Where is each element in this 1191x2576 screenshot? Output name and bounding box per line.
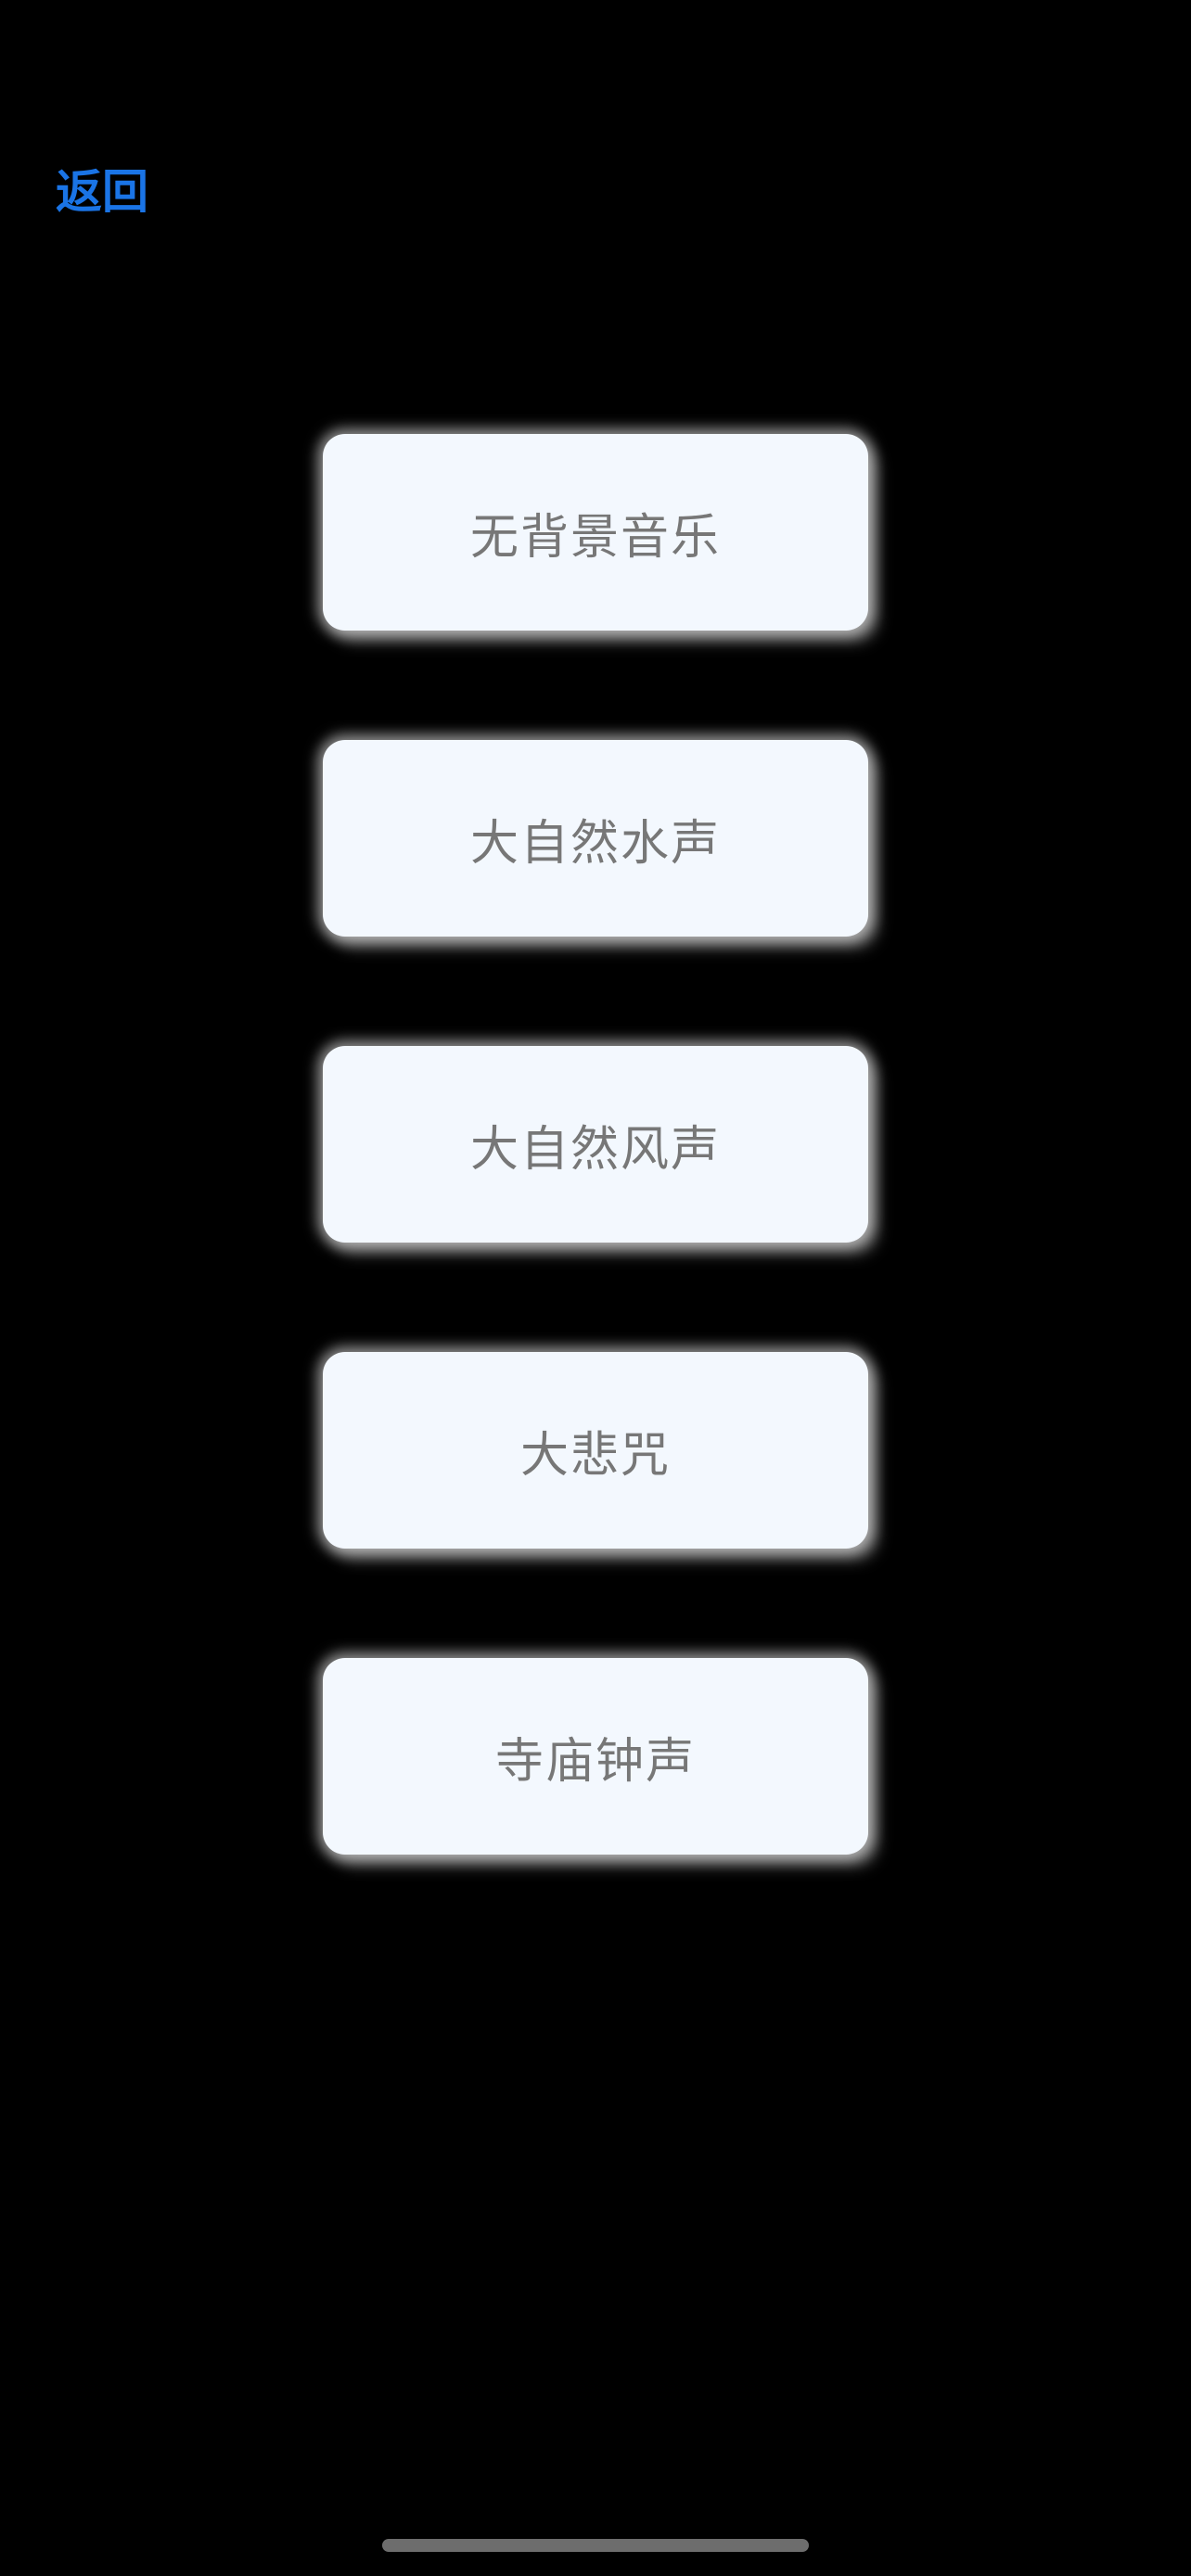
option-label: 大自然水声 bbox=[469, 815, 721, 872]
option-temple-bell-button[interactable]: 寺庙钟声 bbox=[323, 1658, 868, 1855]
option-water-sound-button[interactable]: 大自然水声 bbox=[323, 740, 868, 937]
home-indicator[interactable] bbox=[382, 2539, 809, 2552]
option-label: 寺庙钟声 bbox=[494, 1733, 696, 1790]
option-label: 大自然风声 bbox=[469, 1121, 721, 1178]
option-label: 无背景音乐 bbox=[469, 509, 721, 566]
option-wind-sound-button[interactable]: 大自然风声 bbox=[323, 1046, 868, 1243]
option-great-compassion-mantra-button[interactable]: 大悲咒 bbox=[323, 1352, 868, 1549]
option-no-music-button[interactable]: 无背景音乐 bbox=[323, 434, 868, 631]
back-button[interactable]: 返回 bbox=[56, 159, 148, 224]
option-label: 大悲咒 bbox=[519, 1427, 671, 1484]
background-music-options: 无背景音乐 大自然水声 大自然风声 大悲咒 寺庙钟声 bbox=[323, 434, 868, 1964]
